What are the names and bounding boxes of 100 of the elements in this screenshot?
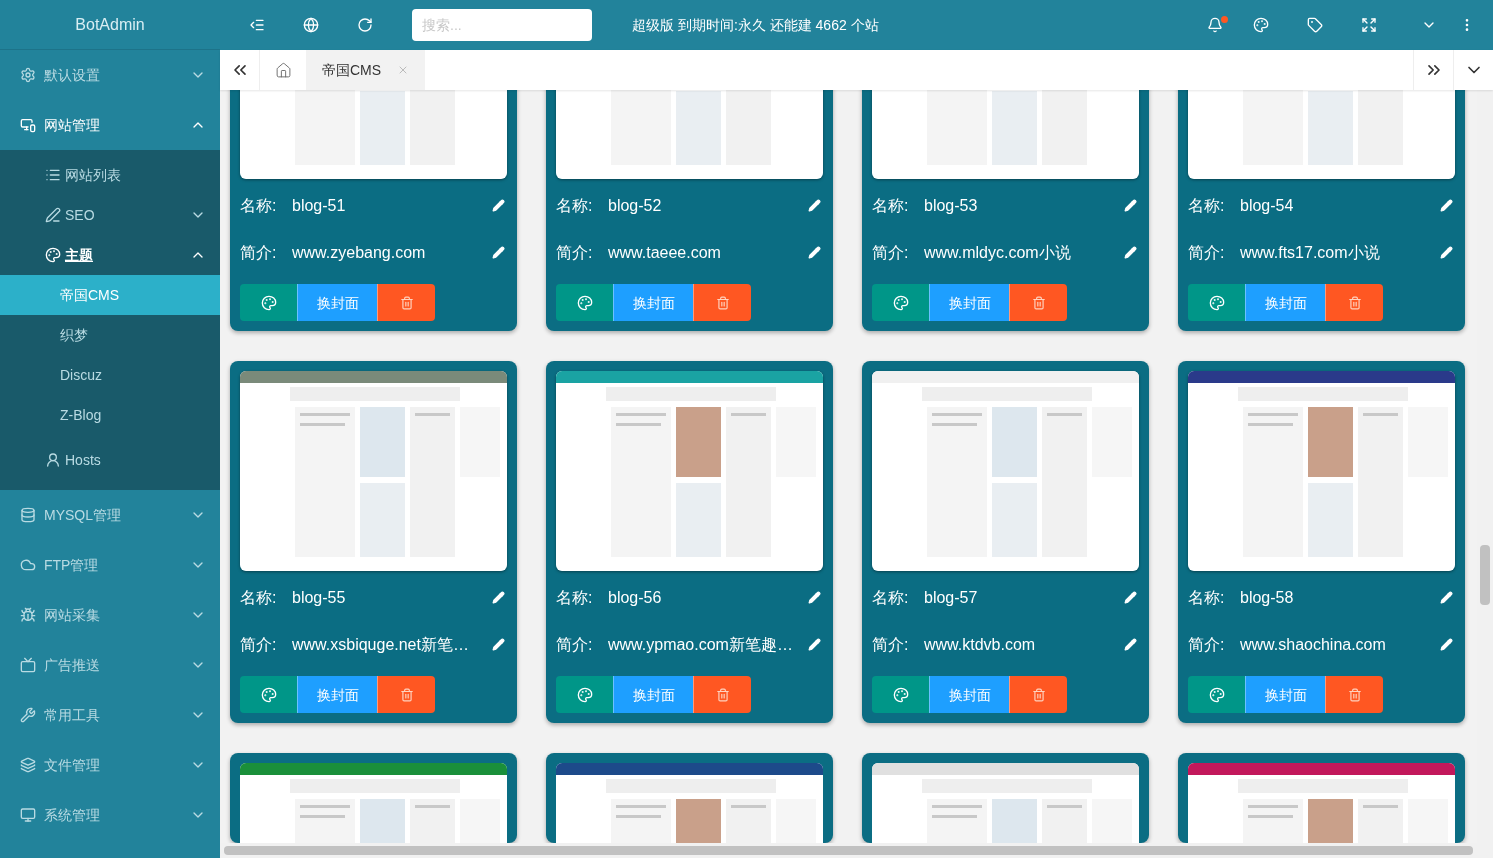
bell-icon[interactable] [1207,17,1223,33]
menu-item[interactable]: 文件管理 [0,740,220,790]
edit-icon[interactable] [808,246,821,259]
menu-label: 默认设置 [44,66,100,85]
field-label: 名称: [1188,587,1226,608]
trash-icon [715,295,730,310]
edit-icon[interactable] [1124,246,1137,259]
menu-item[interactable]: 织梦 [0,315,220,355]
wrench-icon [20,707,36,723]
menu-item[interactable]: Z-Blog [0,395,220,435]
change-cover-button[interactable]: 换封面 [929,676,1009,713]
fullscreen-icon[interactable] [1361,17,1377,33]
home-icon[interactable] [274,61,292,79]
theme-button[interactable] [240,676,297,713]
edit-icon[interactable] [492,246,505,259]
edit-icon[interactable] [808,638,821,651]
edit-icon[interactable] [492,591,505,604]
menu-item[interactable]: MYSQL管理 [0,490,220,540]
globe-icon[interactable] [303,17,319,33]
submenu-item[interactable]: 主题 [0,235,220,275]
theme-button[interactable] [240,284,297,321]
edit-icon[interactable] [808,199,821,212]
edit-icon[interactable] [1440,591,1453,604]
field-label: 名称: [240,195,278,216]
theme-button[interactable] [1188,284,1245,321]
menu-label: 网站采集 [44,606,100,625]
theme-button[interactable] [1188,676,1245,713]
refresh-icon[interactable] [357,17,373,33]
menu-item[interactable]: 广告推送 [0,640,220,690]
edit-icon[interactable] [1440,199,1453,212]
palette-icon [260,294,277,311]
edit-icon[interactable] [808,591,821,604]
field-label: 简介: [872,634,910,655]
menu-label: 网站列表 [65,166,121,185]
site-name: blog-56 [608,587,662,608]
field-label: 简介: [240,634,278,655]
menu-item[interactable]: FTP管理 [0,540,220,590]
theme-button[interactable] [872,284,929,321]
menu-item[interactable]: 系统管理 [0,790,220,840]
trash-icon [1031,687,1046,702]
change-cover-button[interactable]: 换封面 [1245,284,1325,321]
tag-icon[interactable] [1307,17,1323,33]
menu-label: 常用工具 [44,706,100,725]
theme-button[interactable] [556,284,613,321]
edit-icon[interactable] [492,199,505,212]
edit-icon[interactable] [1124,591,1137,604]
field-label: 简介: [1188,634,1226,655]
menu-item[interactable]: 默认设置 [0,50,220,100]
edit-icon[interactable] [1124,199,1137,212]
trash-icon [715,687,730,702]
theme-button[interactable] [556,676,613,713]
menu-item[interactable]: Discuz [0,355,220,395]
ad-icon [20,657,36,673]
site-name: blog-51 [292,195,346,216]
edit-icon[interactable] [1124,638,1137,651]
field-label: 简介: [240,242,278,263]
menu-label: 文件管理 [44,756,100,775]
field-label: 名称: [872,587,910,608]
theme-button[interactable] [872,676,929,713]
site-name: blog-52 [608,195,662,216]
change-cover-button[interactable]: 换封面 [613,284,693,321]
menu-label: 网站管理 [44,116,100,135]
submenu-item[interactable]: 网站列表 [0,155,220,195]
menu-item[interactable]: 网站管理 [0,100,220,150]
change-cover-button[interactable]: 换封面 [929,284,1009,321]
menu-item[interactable]: 帝国CMS [0,275,220,315]
field-label: 名称: [872,195,910,216]
plan-notice: 超级版 到期时间:永久 还能建 4662 个站 [632,16,879,35]
palette-icon [45,247,61,263]
monitor-icon [20,807,36,823]
submenu-item[interactable]: Hosts [0,435,220,485]
user-icon [45,452,61,468]
brand-logo[interactable]: BotAdmin [75,12,145,37]
change-cover-button[interactable]: 换封面 [297,284,377,321]
tab[interactable]: 帝国CMS [306,50,426,90]
change-cover-button[interactable]: 换封面 [613,676,693,713]
cloud-icon [20,557,36,573]
field-label: 简介: [872,242,910,263]
field-label: 名称: [1188,195,1226,216]
site-intro: www.fts17.com小说 [1240,242,1380,263]
menu-label: MYSQL管理 [44,506,121,525]
site-name: blog-58 [1240,587,1294,608]
change-cover-button[interactable]: 换封面 [297,676,377,713]
palette-icon[interactable] [1253,17,1269,33]
gear-icon [20,67,36,83]
menu-item[interactable]: 网站采集 [0,590,220,640]
palette-icon [260,686,277,703]
submenu-item[interactable]: SEO [0,195,220,235]
menu-icon[interactable] [249,17,265,33]
edit-icon[interactable] [1440,638,1453,651]
change-cover-button[interactable]: 换封面 [1245,676,1325,713]
palette-icon [892,294,909,311]
field-label: 名称: [556,587,594,608]
edit-icon[interactable] [1440,246,1453,259]
edit-icon[interactable] [492,638,505,651]
site-intro: www.xsbiquge.net新笔… [292,634,469,655]
menu-item[interactable]: 常用工具 [0,690,220,740]
menu-label: 广告推送 [44,656,100,675]
site-intro: www.ypmao.com新笔趣… [608,634,793,655]
field-label: 简介: [556,242,594,263]
